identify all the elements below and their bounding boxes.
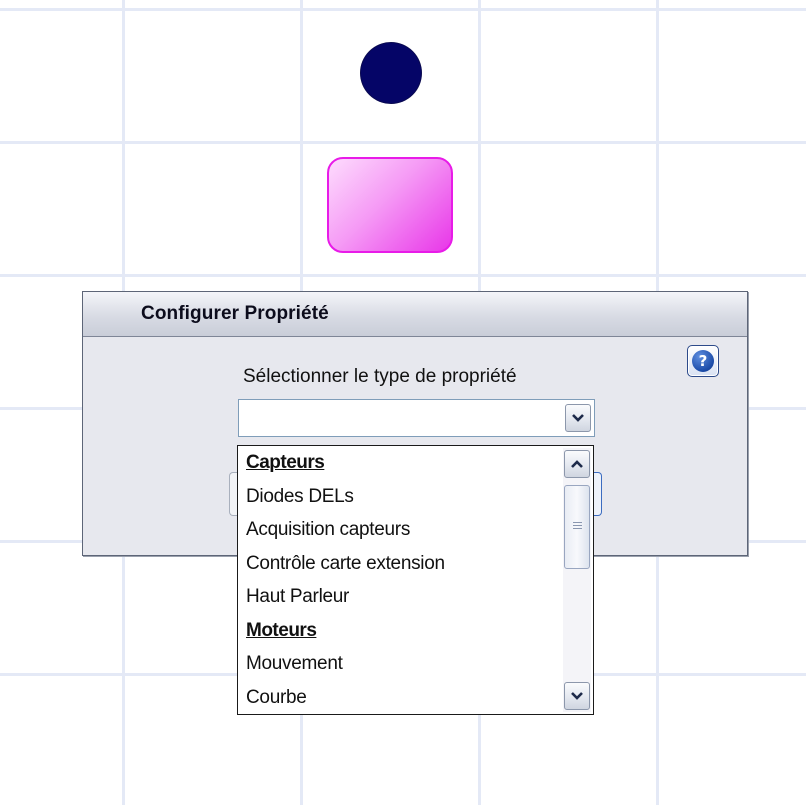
scroll-up-button[interactable]	[564, 450, 590, 478]
dialog-titlebar[interactable]: Configurer Propriété	[83, 292, 747, 337]
help-button[interactable]: ?	[687, 345, 719, 377]
list-item-courbe[interactable]: Courbe	[238, 681, 556, 715]
canvas-node-circle[interactable]	[361, 43, 421, 103]
property-type-select[interactable]	[238, 399, 595, 437]
dropdown-toggle-button[interactable]	[565, 404, 591, 432]
grip-icon	[573, 522, 582, 531]
chevron-up-icon	[571, 460, 583, 468]
scroll-thumb[interactable]	[564, 485, 590, 569]
canvas-node-rectangle[interactable]	[327, 157, 453, 253]
list-category-capteurs: Capteurs	[246, 452, 325, 473]
chevron-down-icon	[572, 414, 584, 422]
list-item-diodes-dels[interactable]: Diodes DELs	[238, 480, 556, 514]
property-type-label: Sélectionner le type de propriété	[243, 366, 517, 387]
list-item-haut-parleur[interactable]: Haut Parleur	[238, 580, 556, 614]
property-type-dropdown-list[interactable]: Capteurs Diodes DELs Acquisition capteur…	[237, 445, 594, 715]
list-item-acquisition-capteurs[interactable]: Acquisition capteurs	[238, 513, 556, 547]
dropdown-options: Capteurs Diodes DELs Acquisition capteur…	[238, 446, 556, 714]
list-item-controle-carte-extension[interactable]: Contrôle carte extension	[238, 547, 556, 581]
chevron-down-icon	[571, 692, 583, 700]
list-item-mouvement[interactable]: Mouvement	[238, 647, 556, 681]
scroll-down-button[interactable]	[564, 682, 590, 710]
list-category-moteurs: Moteurs	[246, 619, 317, 641]
dialog-title: Configurer Propriété	[141, 303, 329, 324]
dropdown-scrollbar[interactable]	[563, 448, 591, 712]
question-mark-icon: ?	[692, 350, 714, 372]
